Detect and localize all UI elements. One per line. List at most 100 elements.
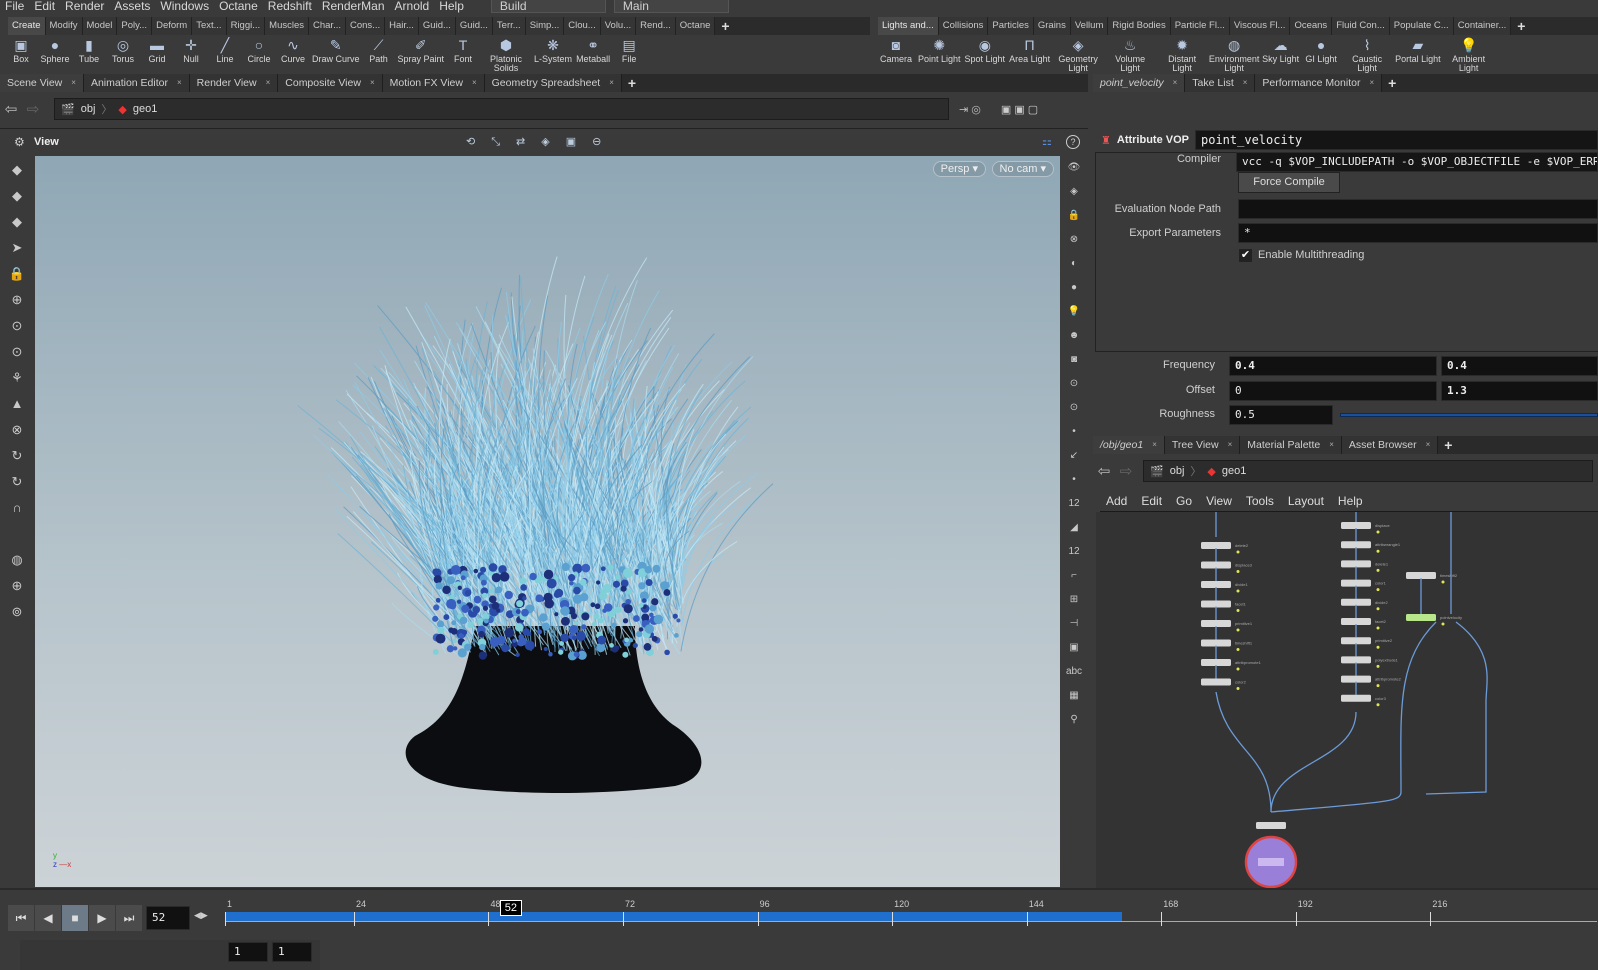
tool-icon[interactable]: ⚘ (5, 367, 29, 390)
net-menu-add[interactable]: Add (1100, 494, 1135, 508)
pane-tab[interactable]: Motion FX View × (382, 74, 485, 92)
shelf-tab[interactable]: Guid... (418, 17, 456, 35)
roughness-slider[interactable] (1340, 413, 1598, 417)
shelf-tool-distant-light[interactable]: ✹ Distant Light (1156, 35, 1208, 73)
tool-icon[interactable]: ⊕ (5, 289, 29, 312)
jump-end-button[interactable]: ⏭ (116, 905, 142, 931)
display-icon[interactable]: ⌐ (1062, 565, 1086, 587)
net-back-icon[interactable]: ⇦ (1093, 462, 1115, 480)
display-icon[interactable]: • (1062, 469, 1086, 491)
display-icon[interactable]: 12 (1062, 541, 1086, 563)
menu-render[interactable]: Render (60, 0, 109, 12)
network-node[interactable]: displace (1341, 522, 1390, 534)
current-frame-marker[interactable]: 52 (499, 900, 522, 916)
display-icon[interactable]: 🔒 (1062, 205, 1086, 227)
shelf-tab[interactable]: Muscles (265, 17, 309, 35)
tool-icon[interactable]: 🔒 (5, 263, 29, 286)
back-icon[interactable]: ⇦ (0, 100, 22, 118)
shelf-tab[interactable]: Rend... (636, 17, 676, 35)
display-icon[interactable]: 💡 (1062, 301, 1086, 323)
shelf-tab[interactable]: Vellum (1070, 17, 1109, 35)
shelf-tab[interactable]: Volu... (600, 17, 637, 35)
shelf-tab[interactable]: Clou... (564, 17, 601, 35)
tool-icon[interactable]: ∩ (5, 497, 29, 520)
close-tab-icon[interactable]: × (370, 74, 375, 92)
tool-icon[interactable]: ◆ (5, 211, 29, 234)
close-tab-icon[interactable]: × (1228, 436, 1233, 454)
shelf-tool-tube[interactable]: ▮ Tube (72, 35, 106, 72)
shelf-tab[interactable]: Deform (152, 17, 193, 35)
scene-viewport[interactable]: Persp ▾ No cam ▾ yz —x (35, 156, 1060, 887)
network-node[interactable]: color3 (1341, 681, 1387, 707)
close-tab-icon[interactable]: × (472, 74, 477, 92)
shelf-tab[interactable]: Riggi... (226, 17, 266, 35)
tool-icon[interactable]: ⊙ (5, 315, 29, 338)
menu-arnold[interactable]: Arnold (390, 0, 435, 12)
menu-renderman[interactable]: RenderMan (317, 0, 390, 12)
net-menu-go[interactable]: Go (1170, 494, 1200, 508)
menu-edit[interactable]: Edit (29, 0, 60, 12)
shelf-tool-platonic[interactable]: ⬢ Platonic Solids (480, 35, 532, 73)
shelf-tool-grid[interactable]: ▬ Grid (140, 35, 174, 72)
shelf-tab[interactable]: Char... (309, 17, 346, 35)
shelf-tool-draw-curve[interactable]: ✎ Draw Curve (310, 35, 362, 72)
network-editor[interactable]: delete2 displace3 divide1 facet1 primitive1 t… (1096, 512, 1598, 890)
shelf-tab[interactable]: Fluid Con... (1332, 17, 1390, 35)
step-buttons[interactable]: ◀▶ (194, 910, 208, 921)
close-tab-icon[interactable]: × (609, 74, 614, 92)
shelf-tab[interactable]: Particle Fl... (1170, 17, 1230, 35)
frequency-y-field[interactable]: 0.4 (1441, 356, 1598, 376)
shelf-tab[interactable]: Particles (988, 17, 1034, 35)
stop-button[interactable]: ■ (62, 905, 88, 931)
offset-y-field[interactable]: 1.3 (1441, 381, 1598, 401)
shelf-tab[interactable]: Grains (1033, 17, 1071, 35)
shelf-tab[interactable]: Poly... (117, 17, 153, 35)
shelf-tool-volume-light[interactable]: ♨ Volume Light (1104, 35, 1156, 73)
shelf-tool-camera[interactable]: ◙ Camera (876, 35, 916, 72)
pane-tab[interactable]: Material Palette × (1240, 436, 1342, 454)
current-frame-field[interactable]: 52 (146, 906, 190, 930)
pane-tab[interactable]: point_velocity × (1093, 74, 1186, 92)
add-shelf-icon[interactable]: + (715, 17, 735, 35)
tool-icon[interactable]: ⊚ (5, 601, 29, 624)
shelf-tool-portal-light[interactable]: ▰ Portal Light (1393, 35, 1443, 72)
pane-tab[interactable]: Tree View × (1164, 436, 1241, 454)
desktop-main-dropdown[interactable]: Main (613, 0, 729, 13)
shelf-tab[interactable]: Collisions (938, 17, 989, 35)
shelf-tool-null[interactable]: ✛ Null (174, 35, 208, 72)
network-node[interactable]: displace3 (1201, 548, 1253, 573)
display-icon[interactable]: ⊙ (1062, 397, 1086, 419)
close-tab-icon[interactable]: × (177, 74, 182, 92)
tool-icon[interactable]: ◆ (5, 159, 29, 182)
timeline-track[interactable]: 1 24 48 72 96 120 144 168 192 216 52 (225, 899, 1597, 934)
pane-tab[interactable]: Performance Monitor × (1255, 74, 1383, 92)
network-node[interactable]: primitive2 (1341, 624, 1393, 649)
network-node[interactable]: divide1 (1201, 567, 1248, 593)
desktop-build-dropdown[interactable]: Build (490, 0, 606, 13)
shelf-tab[interactable]: Guid... (455, 17, 493, 35)
tool-icon[interactable]: ⊙ (5, 341, 29, 364)
shelf-tab[interactable]: Container... (1453, 17, 1512, 35)
net-path-geo[interactable]: geo1 (1222, 465, 1246, 477)
viewer-tool-icons[interactable]: ⟲⤡⇄◈▣⊖ (466, 135, 617, 149)
shelf-tab[interactable]: Viscous Fl... (1229, 17, 1291, 35)
pane-tab[interactable]: /obj/geo1 × (1093, 436, 1165, 454)
display-icon[interactable]: 👁 (1062, 157, 1086, 179)
net-menu-layout[interactable]: Layout (1282, 494, 1332, 508)
shelf-tool-ambient-light[interactable]: 💡 Ambient Light (1443, 35, 1495, 73)
menu-assets[interactable]: Assets (109, 0, 155, 12)
network-node[interactable]: polyextrude1 (1341, 643, 1399, 668)
network-node[interactable]: facet1 (1201, 587, 1247, 612)
close-tab-icon[interactable]: × (71, 74, 76, 92)
shelf-tab[interactable]: Populate C... (1389, 17, 1454, 35)
menu-file[interactable]: File (0, 0, 29, 12)
display-icon[interactable]: ⚲ (1062, 709, 1086, 731)
tool-icon[interactable]: ⊕ (5, 575, 29, 598)
network-node[interactable]: attribwrangle1 (1341, 528, 1401, 553)
path-geo[interactable]: geo1 (133, 103, 157, 115)
shelf-tool-line[interactable]: ╱ Line (208, 35, 242, 72)
shelf-tool-font[interactable]: T Font (446, 35, 480, 72)
net-menu-view[interactable]: View (1200, 494, 1240, 508)
shelf-tool-metaball[interactable]: ⚭ Metaball (574, 35, 612, 72)
network-node[interactable]: pointvelocity (1406, 578, 1462, 626)
